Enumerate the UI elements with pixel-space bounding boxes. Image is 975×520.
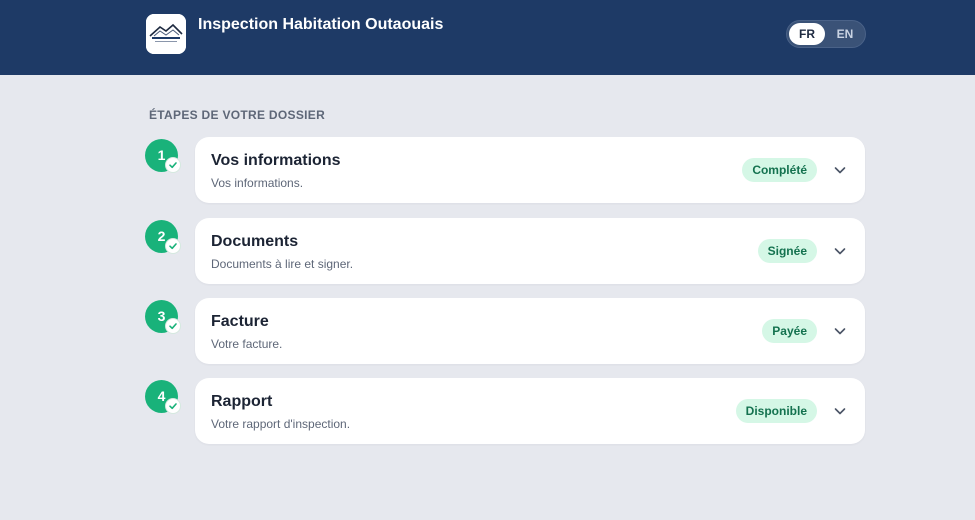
- chevron-down-icon[interactable]: [833, 324, 847, 338]
- step-card-rapport[interactable]: Rapport Votre rapport d'inspection. Disp…: [195, 378, 865, 444]
- step-subtitle: Vos informations.: [211, 176, 304, 190]
- check-icon: [165, 398, 181, 414]
- step-title: Rapport: [211, 393, 273, 410]
- status-badge: Disponible: [735, 399, 817, 423]
- step-item-1: 1 Vos informations Vos informations. Com…: [145, 137, 865, 203]
- step-card-facture[interactable]: Facture Votre facture. Payée: [195, 298, 865, 364]
- check-icon: [165, 318, 181, 334]
- step-title: Facture: [211, 313, 269, 330]
- lang-fr-button[interactable]: FR: [789, 23, 825, 45]
- status-badge: Payée: [762, 319, 817, 343]
- section-title: ÉTAPES DE VOTRE DOSSIER: [149, 108, 326, 122]
- step-subtitle: Votre rapport d'inspection.: [211, 417, 351, 431]
- step-subtitle: Documents à lire et signer.: [211, 257, 354, 271]
- status-badge: Signée: [757, 239, 817, 263]
- step-item-3: 3 Facture Votre facture. Payée: [145, 298, 865, 364]
- status-badge: Complété: [742, 158, 817, 182]
- app-header: Inspection Habitation Outaouais FR EN: [0, 0, 975, 75]
- lang-en-button[interactable]: EN: [827, 23, 863, 45]
- chevron-down-icon[interactable]: [833, 244, 847, 258]
- app-title: Inspection Habitation Outaouais: [198, 16, 444, 33]
- check-icon: [165, 157, 181, 173]
- check-icon: [165, 238, 181, 254]
- chevron-down-icon[interactable]: [833, 404, 847, 418]
- language-toggle[interactable]: FR EN: [786, 20, 866, 48]
- step-card-vos-informations[interactable]: Vos informations Vos informations. Compl…: [195, 137, 865, 203]
- step-card-documents[interactable]: Documents Documents à lire et signer. Si…: [195, 218, 865, 284]
- step-title: Documents: [211, 233, 299, 250]
- chevron-down-icon[interactable]: [833, 163, 847, 177]
- step-item-2: 2 Documents Documents à lire et signer. …: [145, 218, 865, 284]
- step-title: Vos informations: [211, 152, 341, 169]
- step-subtitle: Votre facture.: [211, 337, 283, 351]
- step-item-4: 4 Rapport Votre rapport d'inspection. Di…: [145, 378, 865, 444]
- house-logo-icon[interactable]: [146, 14, 186, 54]
